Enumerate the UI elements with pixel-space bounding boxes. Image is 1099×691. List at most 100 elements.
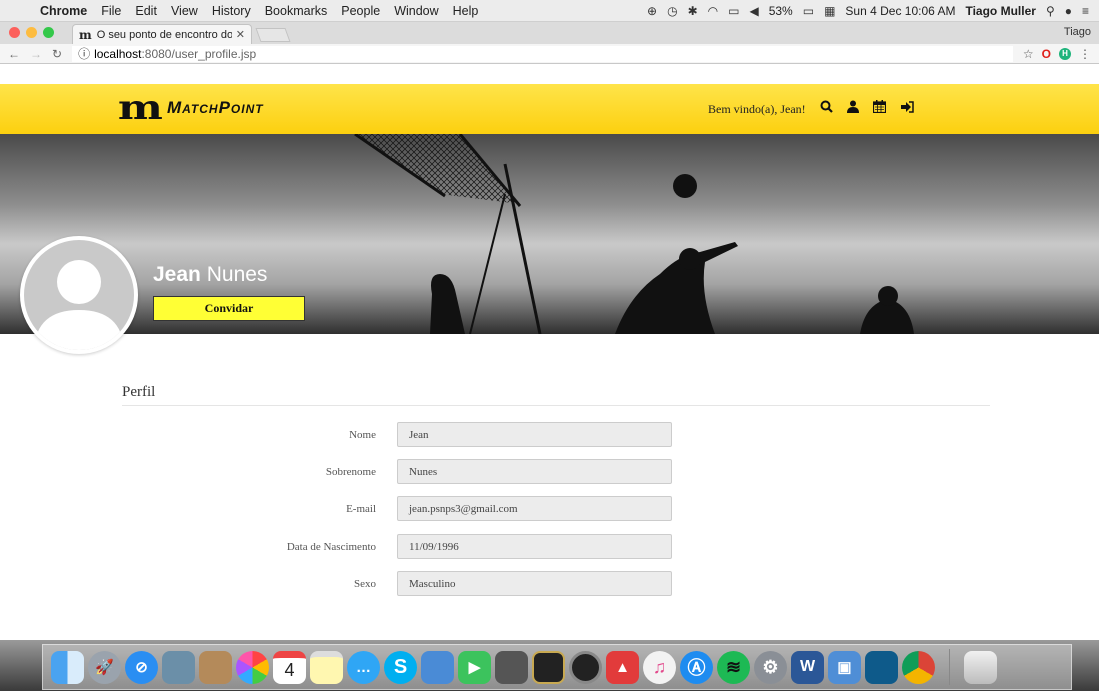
welcome-text: Bem vindo(a), Jean! [708,101,806,116]
forward-icon[interactable]: → [30,47,42,61]
close-tab-icon[interactable]: ✕ [236,28,245,41]
trash-icon[interactable] [964,650,997,684]
dock: 🚀 ⊘ 4 … S ▶ ▲ ♫ Ⓐ ≋ ⚙ W ▣ [0,640,1099,691]
zoom-window-button[interactable] [43,27,54,38]
logo-mark: m [117,88,163,128]
chrome-profile-name[interactable]: Tiago [1064,26,1091,38]
user-name[interactable]: Tiago Muller [965,4,1035,18]
field-row-email: E-mail jean.psnps3@gmail.com [122,496,672,521]
last-name-field[interactable]: Nunes [397,459,672,484]
field-label: Sobrenome [325,465,376,478]
profile-name: Jean Nunes [153,263,267,287]
popcorn-time-icon[interactable]: ▲ [606,650,639,684]
search-icon[interactable] [820,100,833,118]
menu-edit[interactable]: Edit [135,4,157,18]
itunes-icon[interactable]: ♫ [643,650,676,684]
profile-last-name: Nunes [206,263,268,286]
reload-icon[interactable]: ↻ [52,47,62,61]
avatar [20,236,138,354]
default-avatar-icon [34,260,124,350]
extensions: ☆ O H ⋮ [1023,47,1091,61]
mysql-workbench-icon[interactable] [865,650,898,684]
close-window-button[interactable] [9,27,20,38]
battery-percent[interactable]: 53% [769,4,793,18]
safari-icon[interactable]: ⊘ [125,650,158,684]
new-tab-button[interactable] [255,28,291,42]
wifi-icon[interactable]: ◠ [708,4,718,18]
window-controls [9,27,54,38]
header-nav: Bem vindo(a), Jean! [708,100,914,118]
chrome-menu-icon[interactable]: ⋮ [1079,47,1091,61]
system-preferences-icon[interactable]: ⚙ [754,650,787,684]
menubar: Chrome File Edit View History Bookmarks … [0,0,1099,22]
messages-icon[interactable]: … [347,650,380,684]
calendar-app-icon[interactable]: 4 [273,650,306,684]
chrome-icon[interactable] [902,650,935,684]
profile-form: Perfil Nome Jean Sobrenome Nunes E-mail … [122,384,990,596]
notes-icon[interactable] [310,650,343,684]
contacts-icon[interactable] [199,650,232,684]
browser-tab[interactable]: m O seu ponto de encontro dos e ✕ [72,24,252,44]
logout-icon[interactable] [900,100,914,118]
battery-icon[interactable]: ▭ [803,4,814,18]
favicon-icon: m [79,27,92,42]
word-icon[interactable]: W [791,650,824,684]
minimize-window-button[interactable] [26,27,37,38]
dvd-player-icon[interactable] [569,650,602,684]
invite-button[interactable]: Convidar [153,296,305,321]
field-label: Data de Nascimento [286,540,376,553]
siri-icon[interactable]: ● [1065,4,1072,18]
input-source-icon[interactable]: ▦ [824,4,835,18]
ghostery-extension-icon[interactable]: H [1059,47,1071,60]
spotlight-icon[interactable]: ⚲ [1046,4,1055,18]
photos-icon[interactable] [236,650,269,684]
opera-extension-icon[interactable]: O [1042,47,1051,61]
profile-cover-photo: Jean Nunes Convidar [0,134,1099,334]
email-field[interactable]: jean.psnps3@gmail.com [397,496,672,521]
launchpad-icon[interactable]: 🚀 [88,650,121,684]
gender-field[interactable]: Masculino [397,571,672,596]
facetime-icon[interactable]: ▶ [458,650,491,684]
time-machine-icon[interactable]: ◷ [667,4,677,18]
menu-view[interactable]: View [171,4,198,18]
menu-file[interactable]: File [101,4,121,18]
airplay-icon[interactable]: ▭ [728,4,739,18]
field-row-nascimento: Data de Nascimento 11/09/1996 [122,534,672,559]
finder-icon[interactable] [51,650,84,684]
keynote-icon[interactable] [421,650,454,684]
menu-people[interactable]: People [341,4,380,18]
site-header: m MatchPoint Bem vindo(a), Jean! [0,84,1099,134]
url-path: :8080/user_profile.jsp [141,46,257,61]
menu-app[interactable]: Chrome [40,4,87,18]
photo-booth-icon[interactable] [495,650,528,684]
spotify-icon[interactable]: ≋ [717,650,750,684]
menu-bookmarks[interactable]: Bookmarks [265,4,328,18]
calendar-icon[interactable] [872,100,886,118]
preview-icon[interactable] [162,650,195,684]
site-logo[interactable]: m MatchPoint [118,91,264,125]
back-icon[interactable]: ← [8,47,20,61]
logo-wordmark: MatchPoint [166,98,264,117]
menu-window[interactable]: Window [394,4,438,18]
app-store-icon[interactable]: Ⓐ [680,650,713,684]
menubar-status: ⊕ ◷ ✱ ◠ ▭ ◀ 53% ▭ ▦ Sun 4 Dec 10:06 AM T… [647,4,1089,18]
first-name-field[interactable]: Jean [397,422,672,447]
clock[interactable]: Sun 4 Dec 10:06 AM [845,4,955,18]
bookmark-star-icon[interactable]: ☆ [1023,47,1034,61]
site-info-icon[interactable]: ⓘ [78,45,90,62]
virtualbox-icon[interactable]: ▣ [828,650,861,684]
section-title: Perfil [122,384,990,406]
user-icon[interactable] [846,100,859,118]
volume-icon[interactable]: ◀ [749,4,758,18]
url-input[interactable]: ⓘ localhost :8080/user_profile.jsp [72,45,1013,62]
skype-icon[interactable]: S [384,650,417,684]
globe-icon[interactable]: ⊕ [647,4,657,18]
menu-history[interactable]: History [212,4,251,18]
garageband-icon[interactable] [532,650,565,684]
notification-center-icon[interactable]: ≡ [1082,4,1089,18]
menu-help[interactable]: Help [453,4,479,18]
birthdate-field[interactable]: 11/09/1996 [397,534,672,559]
web-page: m MatchPoint Bem vindo(a), Jean! Jean Nu… [0,84,1099,644]
bluetooth-icon[interactable]: ✱ [688,4,698,18]
url-host: localhost [94,46,142,61]
